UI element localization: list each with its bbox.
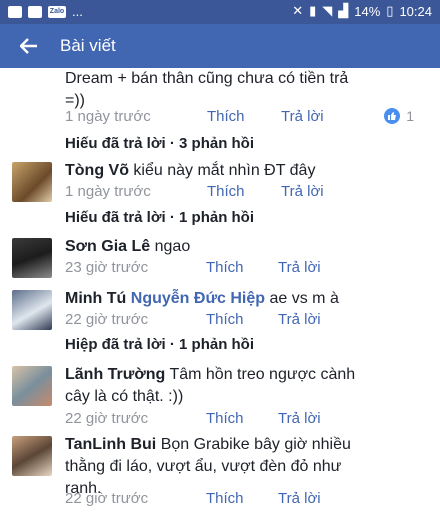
like-link[interactable]: Thích <box>207 183 245 200</box>
comment-text: ae vs m à <box>265 290 339 307</box>
commenter-name[interactable]: Tòng Võ <box>65 162 129 179</box>
clock: 10:24 <box>399 3 432 19</box>
commenter-name[interactable]: Sơn Gia Lê <box>65 238 150 255</box>
like-link[interactable]: Thích <box>206 410 244 427</box>
comment-text: ngao <box>150 238 191 255</box>
app-header: Bài viết <box>0 24 440 68</box>
avatar[interactable] <box>12 290 52 330</box>
replies-summary[interactable]: Hiệp đã trả lời · 1 phản hồi <box>65 336 254 353</box>
comment-text: thằng đi láo, vượt ẩu, vượt đèn đỏ như <box>65 458 342 475</box>
reply-link[interactable]: Trả lời <box>281 183 324 200</box>
more-notifications: ... <box>72 4 83 19</box>
back-arrow-icon[interactable] <box>18 35 40 57</box>
reply-link[interactable]: Trả lời <box>278 311 321 328</box>
battery-icon: ▯ <box>386 3 394 18</box>
replies-summary[interactable]: Hiếu đã trả lời · 3 phản hồi <box>65 135 254 152</box>
avatar[interactable] <box>12 366 52 406</box>
like-count-badge: 1 <box>384 108 414 124</box>
tagged-user[interactable]: Nguyễn Đức Hiệp <box>131 290 265 307</box>
sim-icon: ▮ <box>309 3 317 18</box>
page-title: Bài viết <box>60 36 116 55</box>
comment-time: 23 giờ trước <box>65 259 149 276</box>
like-link[interactable]: Thích <box>206 490 244 507</box>
notification-icon <box>28 5 42 18</box>
gallery-icon <box>8 5 22 18</box>
like-link[interactable]: Thích <box>207 108 245 125</box>
comment-time: 22 giờ trước <box>65 311 149 328</box>
mute-icon: ✕ <box>292 3 304 18</box>
comment-time: 1 ngày trước <box>65 183 151 200</box>
comment-text: Bọn Grabike bây giờ nhiều <box>156 436 351 453</box>
thumbs-up-icon <box>384 108 401 124</box>
status-bar: Zalo ... ✕ ▮ ◥ ▟ 14% ▯ 10:24 <box>0 0 440 24</box>
reply-link[interactable]: Trả lời <box>278 490 321 507</box>
avatar[interactable] <box>12 162 52 202</box>
avatar[interactable] <box>12 436 52 476</box>
commenter-name[interactable]: TanLinh Bui <box>65 436 156 453</box>
comment-time: 1 ngày trước <box>65 108 151 125</box>
comment-text: Tâm hồn treo ngược cành <box>165 366 356 383</box>
zalo-icon: Zalo <box>48 5 66 18</box>
comment-text: Dream + bán thân cũng chưa có tiền trả =… <box>65 70 349 109</box>
replies-summary[interactable]: Hiếu đã trả lời · 1 phản hồi <box>65 209 254 226</box>
commenter-name[interactable]: Lãnh Trường <box>65 366 165 383</box>
comment-text: cây là có thật. :)) <box>65 388 184 405</box>
reply-link[interactable]: Trả lời <box>278 259 321 276</box>
comment-text: kiểu này mắt nhìn ĐT đây <box>128 162 316 179</box>
like-link[interactable]: Thích <box>206 311 244 328</box>
signal-icon: ▟ <box>338 3 349 18</box>
reply-link[interactable]: Trả lời <box>278 410 321 427</box>
reply-link[interactable]: Trả lời <box>281 108 324 125</box>
comment-list: Dream + bán thân cũng chưa có tiền trả =… <box>0 68 440 523</box>
comment-time: 22 giờ trước <box>65 490 149 507</box>
like-link[interactable]: Thích <box>206 259 244 276</box>
commenter-name[interactable]: Minh Tú <box>65 290 126 307</box>
battery-percent: 14% <box>354 3 381 19</box>
avatar[interactable] <box>12 238 52 278</box>
wifi-icon: ◥ <box>322 3 333 18</box>
comment-time: 22 giờ trước <box>65 410 149 427</box>
